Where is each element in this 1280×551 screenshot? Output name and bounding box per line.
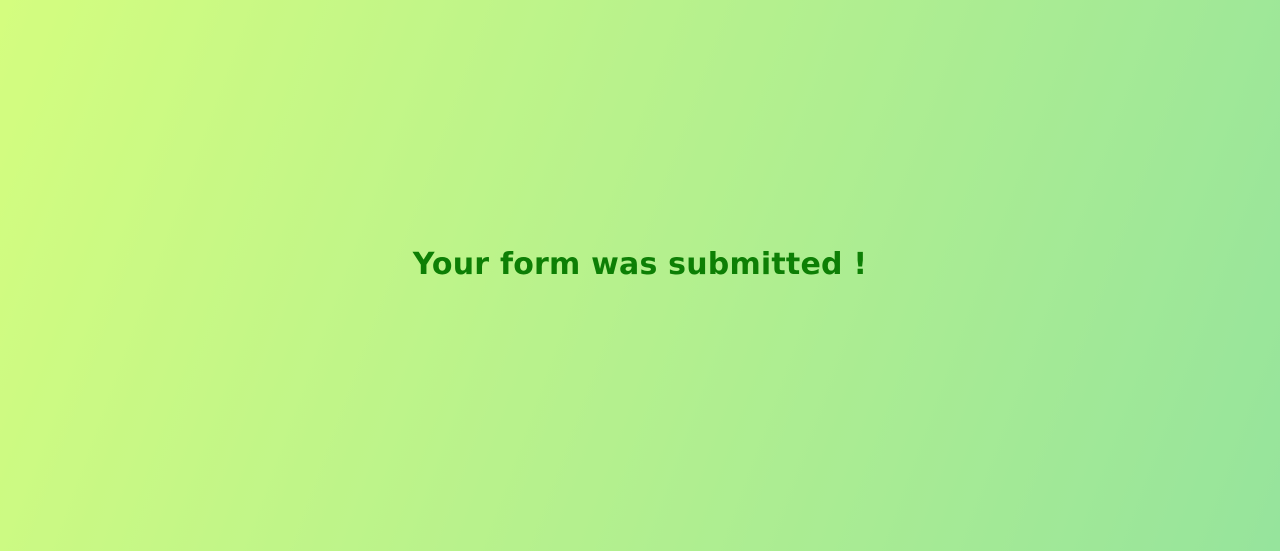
submission-confirmation-page: Your form was submitted ! bbox=[0, 0, 1280, 551]
submission-success-message: Your form was submitted ! bbox=[412, 247, 868, 282]
